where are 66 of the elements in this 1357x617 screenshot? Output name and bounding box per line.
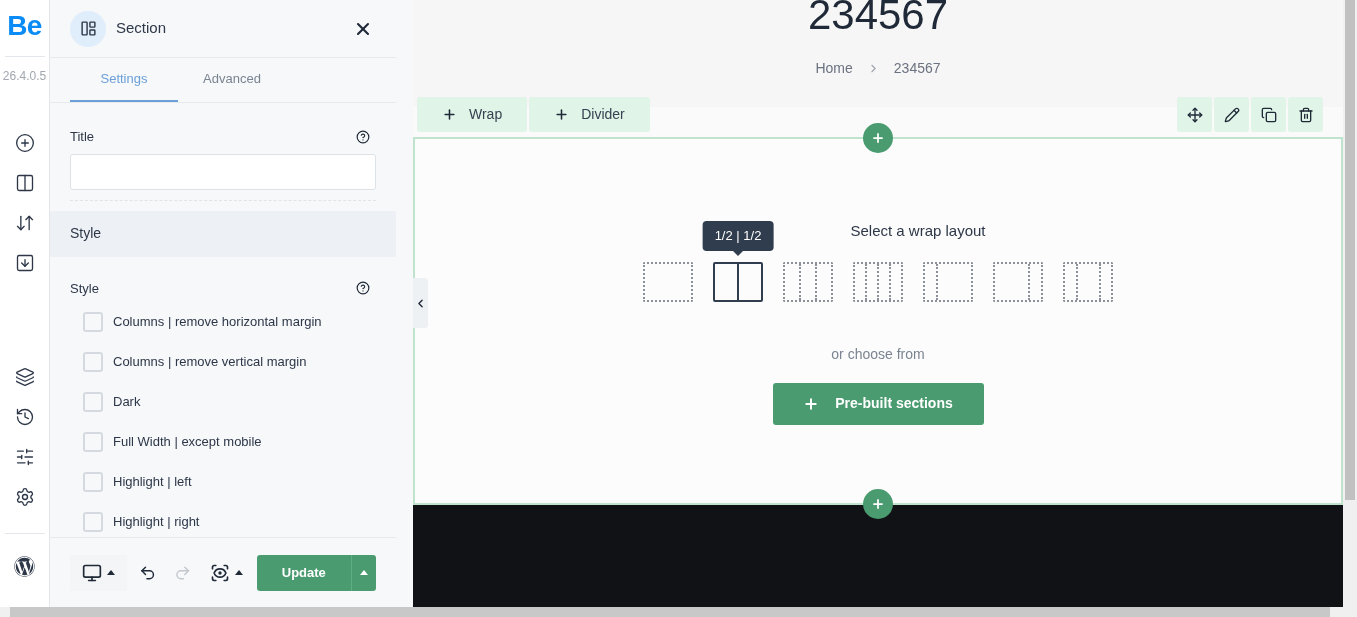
checkbox[interactable] [83,472,103,492]
breadcrumb-link[interactable]: Home [815,58,853,79]
delete-button[interactable] [1288,97,1323,132]
option-label: Columns | remove horizontal margin [113,313,322,332]
history-icon[interactable] [14,407,35,427]
prebuilt-sections-button[interactable]: Pre-built sections [772,382,984,425]
help-icon[interactable] [356,129,370,144]
group-header[interactable]: Style [50,210,396,257]
layout-prompt: Select a wrap layout [850,221,986,241]
import-icon[interactable] [14,253,35,273]
copy-icon [1260,106,1277,123]
tab[interactable]: Advanced [178,58,286,102]
sort-icon[interactable] [14,213,35,233]
option-label: Full Width | except mobile [113,433,262,452]
option-label: Columns | remove vertical margin [113,353,307,372]
edit-button[interactable] [1214,97,1249,132]
version-text: 26.4.0.5 [2,68,47,85]
tooltip: 1/2 | 1/2 [702,220,774,251]
sliders-icon[interactable] [14,447,35,467]
title-input[interactable] [70,153,376,190]
checkbox[interactable] [83,512,103,532]
plus-icon [871,131,885,145]
option-label: Highlight | right [113,513,200,532]
add-icon[interactable] [14,133,35,153]
move-button[interactable] [1177,97,1212,132]
collapse-handle[interactable] [413,278,428,328]
move-icon [1186,106,1203,123]
checkbox[interactable] [83,312,103,332]
layout-option[interactable] [713,261,763,302]
update-button[interactable]: Update [256,554,351,591]
caret-icon [359,570,368,575]
checkbox[interactable] [83,352,103,372]
page-heading: 234567 [807,0,949,36]
option-label: Highlight | left [113,473,192,492]
layout-icon [79,20,97,37]
undo-icon[interactable] [139,563,157,582]
add-element-button[interactable]: Wrap [417,97,528,132]
add-section-button[interactable] [863,489,893,519]
checkbox[interactable] [83,392,103,412]
monitor-icon [82,562,102,583]
field-label: Style [70,279,99,298]
help-icon[interactable] [356,281,370,296]
alt-text: or choose from [831,344,925,364]
plus-icon [554,107,570,122]
panel-title: Section [116,18,167,39]
plus-icon [442,107,457,122]
logo[interactable]: Be [7,12,42,40]
field-label: Title [70,128,95,146]
caret-icon [234,570,243,575]
caret-icon [107,570,115,575]
wordpress-icon[interactable] [14,556,35,577]
settings-icon[interactable] [14,487,35,507]
update-menu-button[interactable] [350,554,376,591]
trash-icon [1297,106,1314,123]
plus-icon [871,497,885,511]
layers-icon[interactable] [14,367,35,387]
layout-add-icon[interactable] [14,173,35,193]
duplicate-button[interactable] [1251,97,1286,132]
preview-icon [209,562,230,583]
checkbox[interactable] [83,432,103,452]
pencil-icon [1223,106,1240,123]
tab[interactable]: Settings [70,58,178,102]
option-label: Dark [113,393,141,412]
tooltip-pointer [733,250,743,256]
add-element-button[interactable]: Divider [529,97,650,132]
breadcrumb-current: 234567 [893,59,941,78]
